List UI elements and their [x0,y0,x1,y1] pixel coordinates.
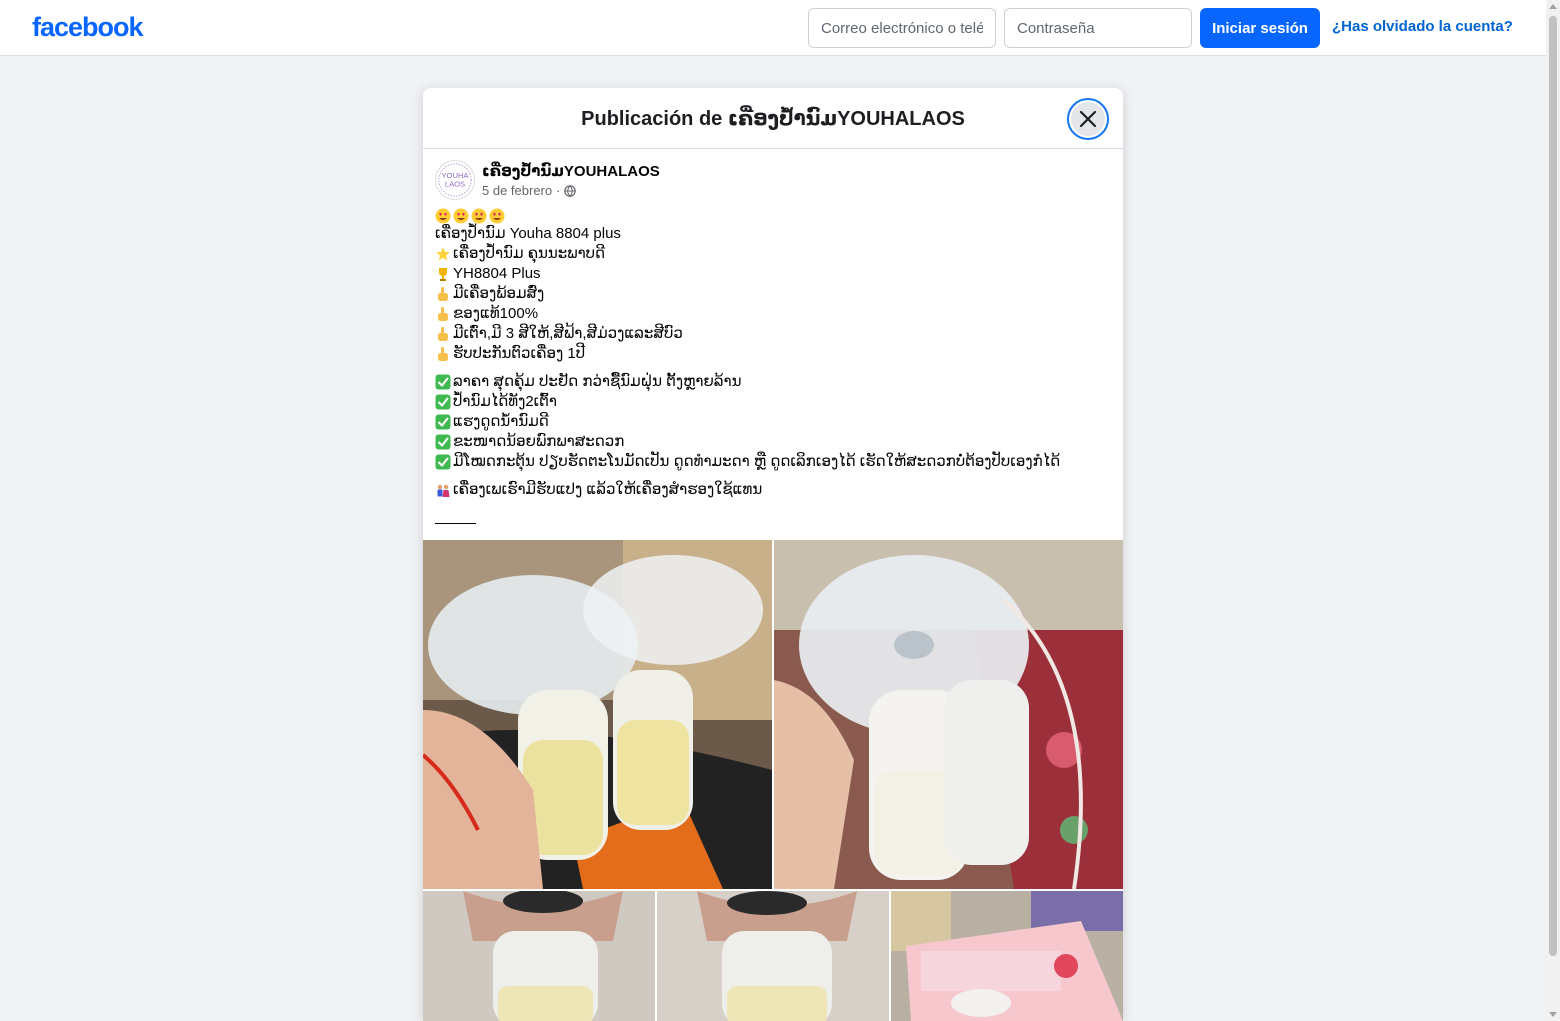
post-text-line: ແຮງດູດນ້ຳນົມດີ [435,412,1111,432]
post-text: ເຄື່ອງປໍ້ານົມ Youha 8804 plus ເຄື່ອງປໍ້ານ… [435,208,1111,524]
post-text-line-content: ປໍ້ານົມໄດ້ທັງ2ເຕົ້າ [453,393,558,410]
glowing-star-emoji-icon [436,247,450,261]
text-underline-divider [435,523,476,524]
post-paragraph-service: ເຄື່ອງເພເຮົາມີຮັບແປງ ແລ້ວໃຫ້ເຄື່ອງສຳຮອງໃ… [435,480,1111,500]
pointing-hand-emoji-icon [438,307,448,321]
svg-text:LAOS: LAOS [445,180,465,189]
post-text-line: YH8804 Plus [435,264,1111,284]
heart-eyes-emoji-icon [435,208,451,224]
post-text-line: ເຄື່ອງເພເຮົາມີຮັບແປງ ແລ້ວໃຫ້ເຄື່ອງສຳຮອງໃ… [435,480,1111,500]
top-navigation-bar: facebook Iniciar sesión ¿Has olvidado la… [0,0,1546,56]
trophy-emoji-icon [439,268,447,281]
post-photo-2[interactable] [774,540,1123,889]
post-text-line-content: ເຄື່ອງເພເຮົາມີຮັບແປງ ແລ້ວໃຫ້ເຄື່ອງສຳຮອງໃ… [453,481,763,498]
post-text-line-content: ຂະໜາດນ້ອຍພົກພາສະດວກ [453,433,625,450]
login-button[interactable]: Iniciar sesión [1200,8,1320,48]
modal-title: Publicación de ເຄື່ອງປໍ້ານົມYOUHALAOS [581,108,965,130]
avatar-logo-icon: YOUHA LAOS [436,161,474,199]
heart-eyes-emoji-icon [453,208,469,224]
post-text-line [435,208,1111,224]
check-mark-emoji-icon [435,434,451,450]
post-text-line: ເຄື່ອງປໍ້ານົມ Youha 8804 plus [435,224,1111,244]
post-text-line-content: ເຄື່ອງປໍ້ານົມ Youha 8804 plus [435,225,621,242]
scroll-up-arrow-icon[interactable] [1549,4,1557,9]
post-text-line-content: YH8804 Plus [453,265,541,282]
photo-product-box [891,891,1123,1021]
meta-separator: · [556,183,561,198]
post-text-line: ເຄື່ອງປໍ້ານົມ ຄຸນນະພາບດີ [435,244,1111,264]
post-text-line-content: ແຮງດູດນ້ຳນົມດີ [453,413,549,430]
page-name-link[interactable]: ເຄື່ອງປໍ້ານົມYOUHALAOS [482,162,660,180]
scrollbar-thumb[interactable] [1549,16,1557,956]
email-input[interactable] [808,8,996,48]
post-text-line-content: ມີເຕົ່າ,ມີ 3 ສີໃຫ້,ສີຟ້າ,ສີມ່ວງແລະສີບົວ [453,325,683,342]
post-text-line: ຂອງແທ້100% [435,304,1111,324]
family-emoji-icon [437,484,450,497]
heart-eyes-emoji-icon [471,208,487,224]
post-header: YOUHA LAOS ເຄື່ອງປໍ້ານົມYOUHALAOS 5 de f… [435,160,1111,204]
post-text-line-content: ຂອງແທ້100% [453,305,539,322]
globe-icon [564,184,577,197]
check-mark-emoji-icon [435,374,451,390]
page-scrollbar[interactable] [1546,0,1560,1021]
photo-bottle-hand-2 [657,891,889,1021]
post-date[interactable]: 5 de febrero [482,183,552,198]
pointing-hand-emoji-icon [438,347,448,361]
post-text-line: ມີໂໝດກະຕຸ້ນ ປຽບຮັດຕະໂນມັດເປັນ ດູດທຳມະດາ … [435,452,1111,472]
post-paragraph-features: ເຄື່ອງປໍ້ານົມ Youha 8804 plus ເຄື່ອງປໍ້ານ… [435,208,1111,364]
forgot-account-link[interactable]: ¿Has olvidado la cuenta? [1332,18,1513,35]
page-avatar[interactable]: YOUHA LAOS [435,160,475,200]
pointing-hand-emoji-icon [438,327,448,341]
check-mark-emoji-icon [435,414,451,430]
photo-bottle-hand-1 [423,891,655,1021]
post-text-line: ມີເຕົ່າ,ມີ 3 ສີໃຫ້,ສີຟ້າ,ສີມ່ວງແລະສີບົວ [435,324,1111,344]
post-modal: Publicación de ເຄື່ອງປໍ້ານົມYOUHALAOS YO… [423,88,1123,1021]
check-mark-emoji-icon [435,454,451,470]
post-photo-3[interactable] [423,891,655,1021]
post-text-line-content: ຮັບປະກັນຕົວເຄື່ອງ 1ປີ [453,345,586,362]
post-text-line: ຮັບປະກັນຕົວເຄື່ອງ 1ປີ [435,344,1111,364]
post-text-line: ລາຄາ ສຸດຄຸ້ມ ປະຢັດ ກວ່າຊື້ນົມຝຸ່ນ ຕັ້ງຫຼ… [435,372,1111,392]
check-mark-emoji-icon [435,394,451,410]
post-text-line-content: ເຄື່ອງປໍ້ານົມ ຄຸນນະພາບດີ [453,245,606,262]
post-paragraph-benefits: ລາຄາ ສຸດຄຸ້ມ ປະຢັດ ກວ່າຊື້ນົມຝຸ່ນ ຕັ້ງຫຼ… [435,372,1111,472]
close-button[interactable] [1067,98,1109,140]
heart-eyes-emoji-icon [489,208,505,224]
post-photo-5[interactable] [891,891,1123,1021]
post-text-line: ຂະໜາດນ້ອຍພົກພາສະດວກ [435,432,1111,452]
post-text-line: ປໍ້ານົມໄດ້ທັງ2ເຕົ້າ [435,392,1111,412]
modal-header: Publicación de ເຄື່ອງປໍ້ານົມYOUHALAOS [423,88,1123,149]
post-text-line: ມີເຄື່ອງພ້ອມສົ່ງ [435,284,1111,304]
facebook-logo[interactable]: facebook [32,12,144,43]
post-photo-4[interactable] [657,891,889,1021]
post-text-line-content: ມີໂໝດກະຕຸ້ນ ປຽບຮັດຕະໂນມັດເປັນ ດູດທຳມະດາ … [453,453,1061,470]
post-meta: 5 de febrero · [482,183,577,198]
post-text-line-content: ມີເຄື່ອງພ້ອມສົ່ງ [453,285,545,302]
close-icon [1079,110,1097,128]
pointing-hand-emoji-icon [438,287,448,301]
photo-breast-pump-bottles-1 [423,540,772,889]
password-input[interactable] [1004,8,1192,48]
post-text-line-content: ລາຄາ ສຸດຄຸ້ມ ປະຢັດ ກວ່າຊື້ນົມຝຸ່ນ ຕັ້ງຫຼ… [453,373,742,390]
photo-breast-pump-bottles-2 [774,540,1123,889]
scroll-down-arrow-icon[interactable] [1549,1012,1557,1017]
post-photo-1[interactable] [423,540,772,889]
